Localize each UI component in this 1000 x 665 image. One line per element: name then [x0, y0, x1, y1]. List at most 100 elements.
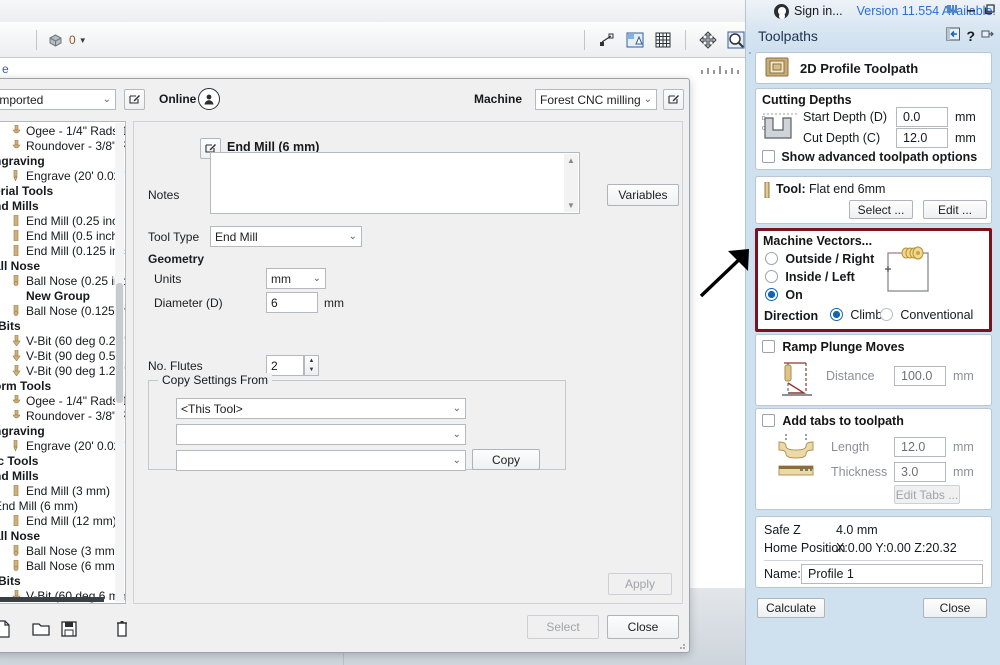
- tool-tree-item[interactable]: End Mill (0.25 inch): [0, 214, 125, 229]
- tool-tree-item[interactable]: Ball Nose (6 mm): [0, 559, 119, 574]
- tool-tree[interactable]: Ogee - 1/4" Rads 1 1/4" DRoundover - 3/8…: [0, 121, 126, 604]
- tab-thickness-input[interactable]: 3.0: [894, 462, 946, 482]
- ramp-distance-input[interactable]: 100.0: [894, 366, 946, 386]
- cut-depth-input[interactable]: 12.0: [896, 128, 948, 148]
- stepper-up-icon[interactable]: ▲: [305, 356, 318, 366]
- direction-option-climb[interactable]: Climb: [830, 308, 882, 322]
- help-icon[interactable]: ?: [966, 28, 975, 44]
- tool-tree-item[interactable]: Ogee - 1/4" Rads 1 1/4" D: [0, 394, 125, 409]
- copy-source-select-1[interactable]: <This Tool> ⌄: [176, 398, 466, 419]
- tool-tree-item[interactable]: orm Tools: [0, 379, 115, 394]
- tool-tree-item[interactable]: End Mill (6 mm): [0, 499, 115, 514]
- scroll-up-icon[interactable]: ▲: [567, 156, 575, 165]
- close-button[interactable]: Close: [607, 615, 679, 639]
- diameter-input[interactable]: 6: [266, 292, 318, 313]
- tool-tree-item[interactable]: all Nose: [0, 529, 115, 544]
- dock-left-icon[interactable]: [945, 26, 961, 45]
- canvas-ruler: [700, 60, 745, 78]
- tool-tree-item[interactable]: all Nose: [0, 259, 115, 274]
- sign-in-button[interactable]: Sign in...: [774, 3, 843, 19]
- tool-tree-horizontal-scrollbar[interactable]: [0, 597, 104, 602]
- tool-tree-item-label: ngraving: [0, 154, 45, 168]
- tool-tree-item[interactable]: Engrave (20' 0.02" Tip Dia: [0, 439, 125, 454]
- restore-icon[interactable]: [946, 3, 958, 18]
- account-icon[interactable]: [198, 88, 220, 110]
- notes-scrollbar[interactable]: ▲ ▼: [564, 154, 578, 212]
- tool-tree-item[interactable]: erial Tools: [0, 184, 115, 199]
- tool-tree-item[interactable]: ngraving: [0, 424, 115, 439]
- chevron-down-icon[interactable]: ▼: [79, 36, 87, 45]
- grid-icon[interactable]: [651, 28, 675, 52]
- variables-button[interactable]: Variables: [607, 184, 679, 206]
- vector-option-inside-left[interactable]: Inside / Left: [765, 270, 855, 284]
- resize-grip[interactable]: [676, 639, 686, 649]
- tab-length-input[interactable]: 12.0: [894, 437, 946, 457]
- tool-tree-item[interactable]: ngraving: [0, 154, 115, 169]
- tool-tree-item[interactable]: Ball Nose (3 mm): [0, 544, 119, 559]
- tool-tree-item[interactable]: Ogee - 1/4" Rads 1 1/4" D: [0, 124, 125, 139]
- tool-tree-item[interactable]: Engrave (20' 0.02" Tip Dia: [0, 169, 125, 184]
- direction-option-conventional[interactable]: Conventional: [880, 308, 973, 322]
- ramp-plunge-checkbox[interactable]: Ramp Plunge Moves: [762, 340, 905, 354]
- tool-tree-item[interactable]: ic Tools: [0, 454, 115, 469]
- units-select[interactable]: mm ⌄: [266, 268, 326, 289]
- tool-tree-item[interactable]: -Bits: [0, 574, 115, 589]
- node-edit-icon[interactable]: [595, 28, 619, 52]
- cube-icon[interactable]: [43, 28, 67, 52]
- vector-option-on[interactable]: On: [765, 288, 803, 302]
- apply-button[interactable]: Apply: [608, 573, 672, 595]
- toolpath-name-input[interactable]: Profile 1: [801, 564, 983, 584]
- vector-option-outside-right[interactable]: Outside / Right: [765, 252, 874, 266]
- edit-database-button[interactable]: [124, 89, 145, 110]
- tool-tree-item-label: End Mill (3 mm): [26, 484, 111, 498]
- toolpath-type-card[interactable]: 2D Profile Toolpath: [755, 52, 992, 84]
- add-tabs-checkbox[interactable]: Add tabs to toolpath: [762, 414, 904, 428]
- tool-tree-item[interactable]: End Mill (12 mm): [0, 514, 117, 529]
- copy-source-select-3[interactable]: ⌄: [176, 450, 466, 471]
- tool-tree-item[interactable]: New Group: [0, 289, 115, 304]
- tool-tree-item[interactable]: nd Mills: [0, 469, 115, 484]
- scrollbar-thumb[interactable]: [116, 283, 123, 403]
- pan-icon[interactable]: [696, 28, 720, 52]
- pin-icon[interactable]: [980, 27, 994, 44]
- tool-tree-item[interactable]: Ball Nose (0.125 inch): [0, 304, 125, 319]
- new-folder-icon[interactable]: [29, 617, 53, 641]
- tool-tree-item[interactable]: V-Bit (60 deg 0.25"): [0, 334, 125, 349]
- close-panel-button[interactable]: Close: [923, 598, 987, 618]
- tool-database-select[interactable]: Imported ⌄: [0, 89, 116, 110]
- tool-type-select[interactable]: End Mill ⌄: [210, 226, 362, 247]
- machine-select[interactable]: Forest CNC milling ma ⌄: [535, 89, 657, 110]
- minimize-icon[interactable]: [965, 3, 977, 18]
- tool-tree-item[interactable]: V-Bit (90 deg 0.5"): [0, 349, 124, 364]
- tool-tree-item[interactable]: Roundover - 3/8" Rad 1" D: [0, 139, 125, 154]
- edit-machine-button[interactable]: [663, 89, 684, 110]
- show-advanced-options-checkbox[interactable]: Show advanced toolpath options: [762, 150, 977, 164]
- tool-select-button[interactable]: Select ...: [849, 200, 913, 219]
- stepper-down-icon[interactable]: ▼: [305, 366, 318, 376]
- tool-tree-item[interactable]: Ball Nose (0.25 inch): [0, 274, 125, 289]
- new-tool-icon[interactable]: [0, 617, 15, 641]
- toolbar-level-value[interactable]: 0: [69, 33, 76, 47]
- tool-tree-item[interactable]: End Mill (0.125 inches): [0, 244, 125, 259]
- delete-icon[interactable]: [110, 617, 134, 641]
- tool-tree-item[interactable]: -Bits: [0, 319, 115, 334]
- edit-tabs-button[interactable]: Edit Tabs ...: [894, 485, 960, 504]
- save-icon[interactable]: [57, 617, 81, 641]
- tool-tree-item[interactable]: End Mill (0.5 inch): [0, 229, 122, 244]
- tool-tree-item[interactable]: nd Mills: [0, 199, 115, 214]
- tool-tree-item[interactable]: V-Bit (90 deg 1.25"): [0, 364, 125, 379]
- notes-input[interactable]: ▲ ▼: [210, 152, 580, 214]
- tool-edit-button[interactable]: Edit ...: [923, 200, 987, 219]
- fit-to-page-icon[interactable]: [623, 28, 647, 52]
- tool-tree-scrollbar[interactable]: [115, 123, 124, 602]
- calculate-button[interactable]: Calculate: [757, 598, 825, 618]
- copy-source-select-2[interactable]: ⌄: [176, 424, 466, 445]
- select-button[interactable]: Select: [527, 615, 599, 639]
- start-depth-input[interactable]: 0.0: [896, 107, 948, 127]
- flutes-stepper[interactable]: ▲ ▼: [304, 355, 319, 376]
- copy-button[interactable]: Copy: [472, 449, 540, 470]
- maximize-icon[interactable]: [984, 3, 996, 18]
- scroll-down-icon[interactable]: ▼: [567, 201, 575, 210]
- tool-tree-item[interactable]: End Mill (3 mm): [0, 484, 115, 499]
- tool-tree-item[interactable]: Roundover - 3/8" Rad 1" D: [0, 409, 125, 424]
